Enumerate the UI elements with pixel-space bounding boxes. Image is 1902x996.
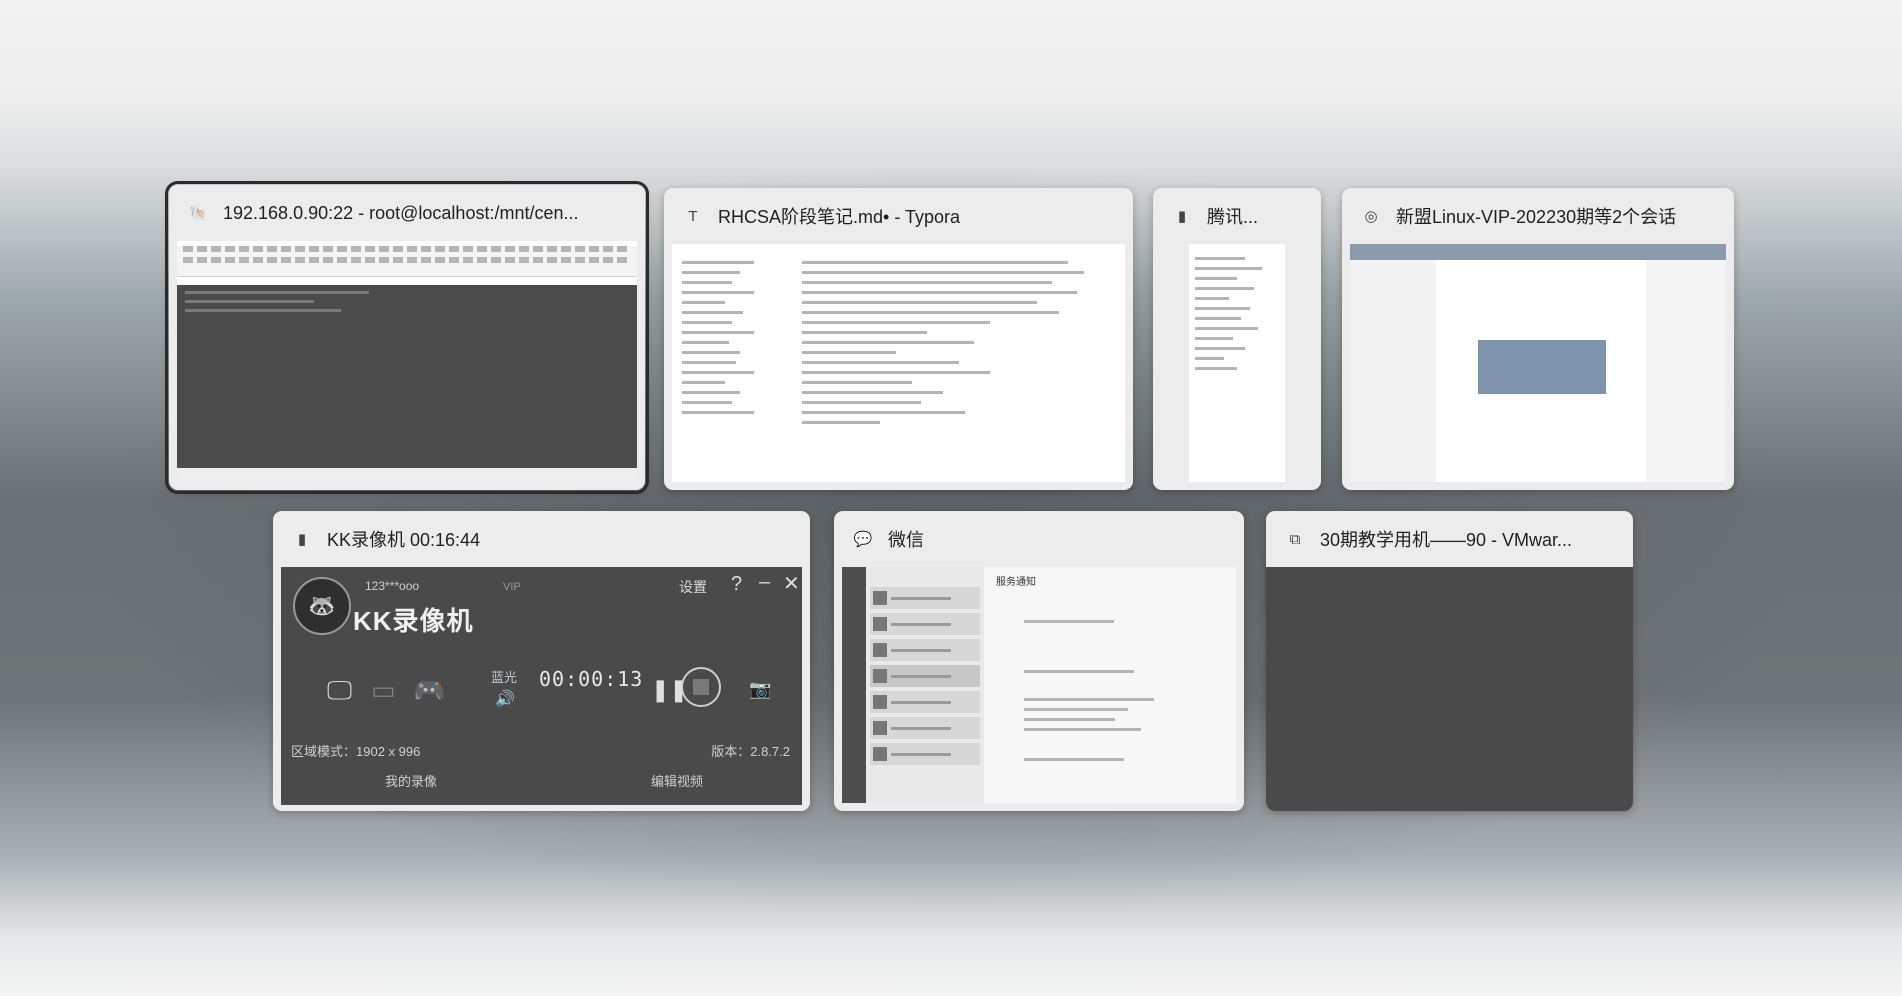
outline-sidebar [682,254,754,482]
window-preview [672,244,1125,482]
window-thumb-vmware[interactable]: ⧉ 30期教学用机——90 - VMwar... [1266,511,1633,811]
my-videos-button[interactable]: 我的录像 [385,771,437,790]
kk-recorder-icon: ▮ [297,531,307,548]
qq-icon: ◎ [1364,208,1378,225]
stop-button[interactable] [681,667,721,707]
qq-member-list [1646,260,1726,482]
wechat-icon: 💬 [853,531,873,548]
list-item [870,717,980,739]
kk-username: 123***ooo [365,579,420,593]
camera-icon[interactable]: 📷 [749,679,771,700]
gamepad-icon[interactable]: 🎮 [413,675,445,706]
window-title: 192.168.0.90:22 - root@localhost:/mnt/ce… [223,202,579,223]
window-title: KK录像机 00:16:44 [327,530,481,550]
tencent-icon: ▮ [1177,208,1187,225]
qq-title-bar [1350,244,1726,260]
window-title: 新盟Linux-VIP-202230期等2个会话 [1396,207,1677,227]
list-item [870,613,980,635]
kk-raccoon-logo: 🦝 [293,577,351,635]
window-thumb-kk-recorder[interactable]: ▮ KK录像机 00:16:44 🦝 123***ooo VIP KK录像机 设… [273,511,810,811]
terminal-status-bar [177,468,637,482]
wechat-chat-list [866,567,984,803]
window-title: 30期教学用机——90 - VMwar... [1320,530,1573,550]
list-item [870,665,980,687]
list-item [870,691,980,713]
qq-contact-list [1350,260,1436,482]
terminal-toolbar [177,246,637,277]
list-item [870,587,980,609]
kk-settings-button[interactable]: 设置 [679,577,707,597]
kk-region-mode: 区域模式：1902 x 996 [291,744,421,759]
stop-icon [693,679,709,695]
window-preview [1350,244,1726,482]
window-title: RHCSA阶段笔记.md• - Typora [718,207,961,227]
list-item [870,743,980,765]
kk-quality-label[interactable]: 蓝光 [491,667,517,686]
kk-record-timer: 00:00:13 [539,667,644,691]
minimize-icon[interactable]: – [759,571,770,594]
monitor-icon[interactable]: 🖵 [327,675,352,707]
document-body [802,254,1115,482]
window-mode-icon[interactable]: ▭ [371,675,396,706]
window-preview [177,241,637,482]
vmware-icon: ⧉ [1289,530,1301,548]
list-item [870,639,980,661]
chat-title: 服务通知 [996,577,1036,588]
terminal-icon: 🐚 [188,205,208,222]
edit-video-button[interactable]: 编辑视频 [651,771,703,790]
window-title: 腾讯... [1207,207,1259,227]
help-icon[interactable]: ? [731,573,742,596]
volume-icon[interactable]: 🔊 [495,689,515,709]
window-preview [1266,567,1633,811]
window-thumb-xshell[interactable]: 🐚 192.168.0.90:22 - root@localhost:/mnt/… [165,181,649,494]
kk-recorder-preview: 🦝 123***ooo VIP KK录像机 设置 ? – ✕ 🖵 ▭ 🎮 蓝光 … [281,567,802,805]
window-thumb-typora[interactable]: T RHCSA阶段笔记.md• - Typora [664,188,1133,490]
window-title: 微信 [888,530,924,550]
window-thumb-tencent[interactable]: ▮ 腾讯... [1153,188,1321,490]
wechat-nav-bar [842,567,866,803]
window-preview: 服务通知 [842,567,1236,803]
typora-icon: T [688,207,698,225]
close-icon[interactable]: ✕ [783,571,800,596]
kk-version: 版本：2.8.7.2 [711,744,790,759]
terminal-screen [177,285,637,468]
wechat-chat-pane: 服务通知 [984,567,1236,803]
window-thumb-qq[interactable]: ◎ 新盟Linux-VIP-202230期等2个会话 [1342,188,1734,490]
window-thumb-wechat[interactable]: 💬 微信 服务通知 [834,511,1244,811]
kk-vip-badge: VIP [503,581,521,593]
kk-app-name: KK录像机 [353,606,474,636]
window-preview [1189,244,1285,482]
qq-message-bubble [1478,340,1606,394]
